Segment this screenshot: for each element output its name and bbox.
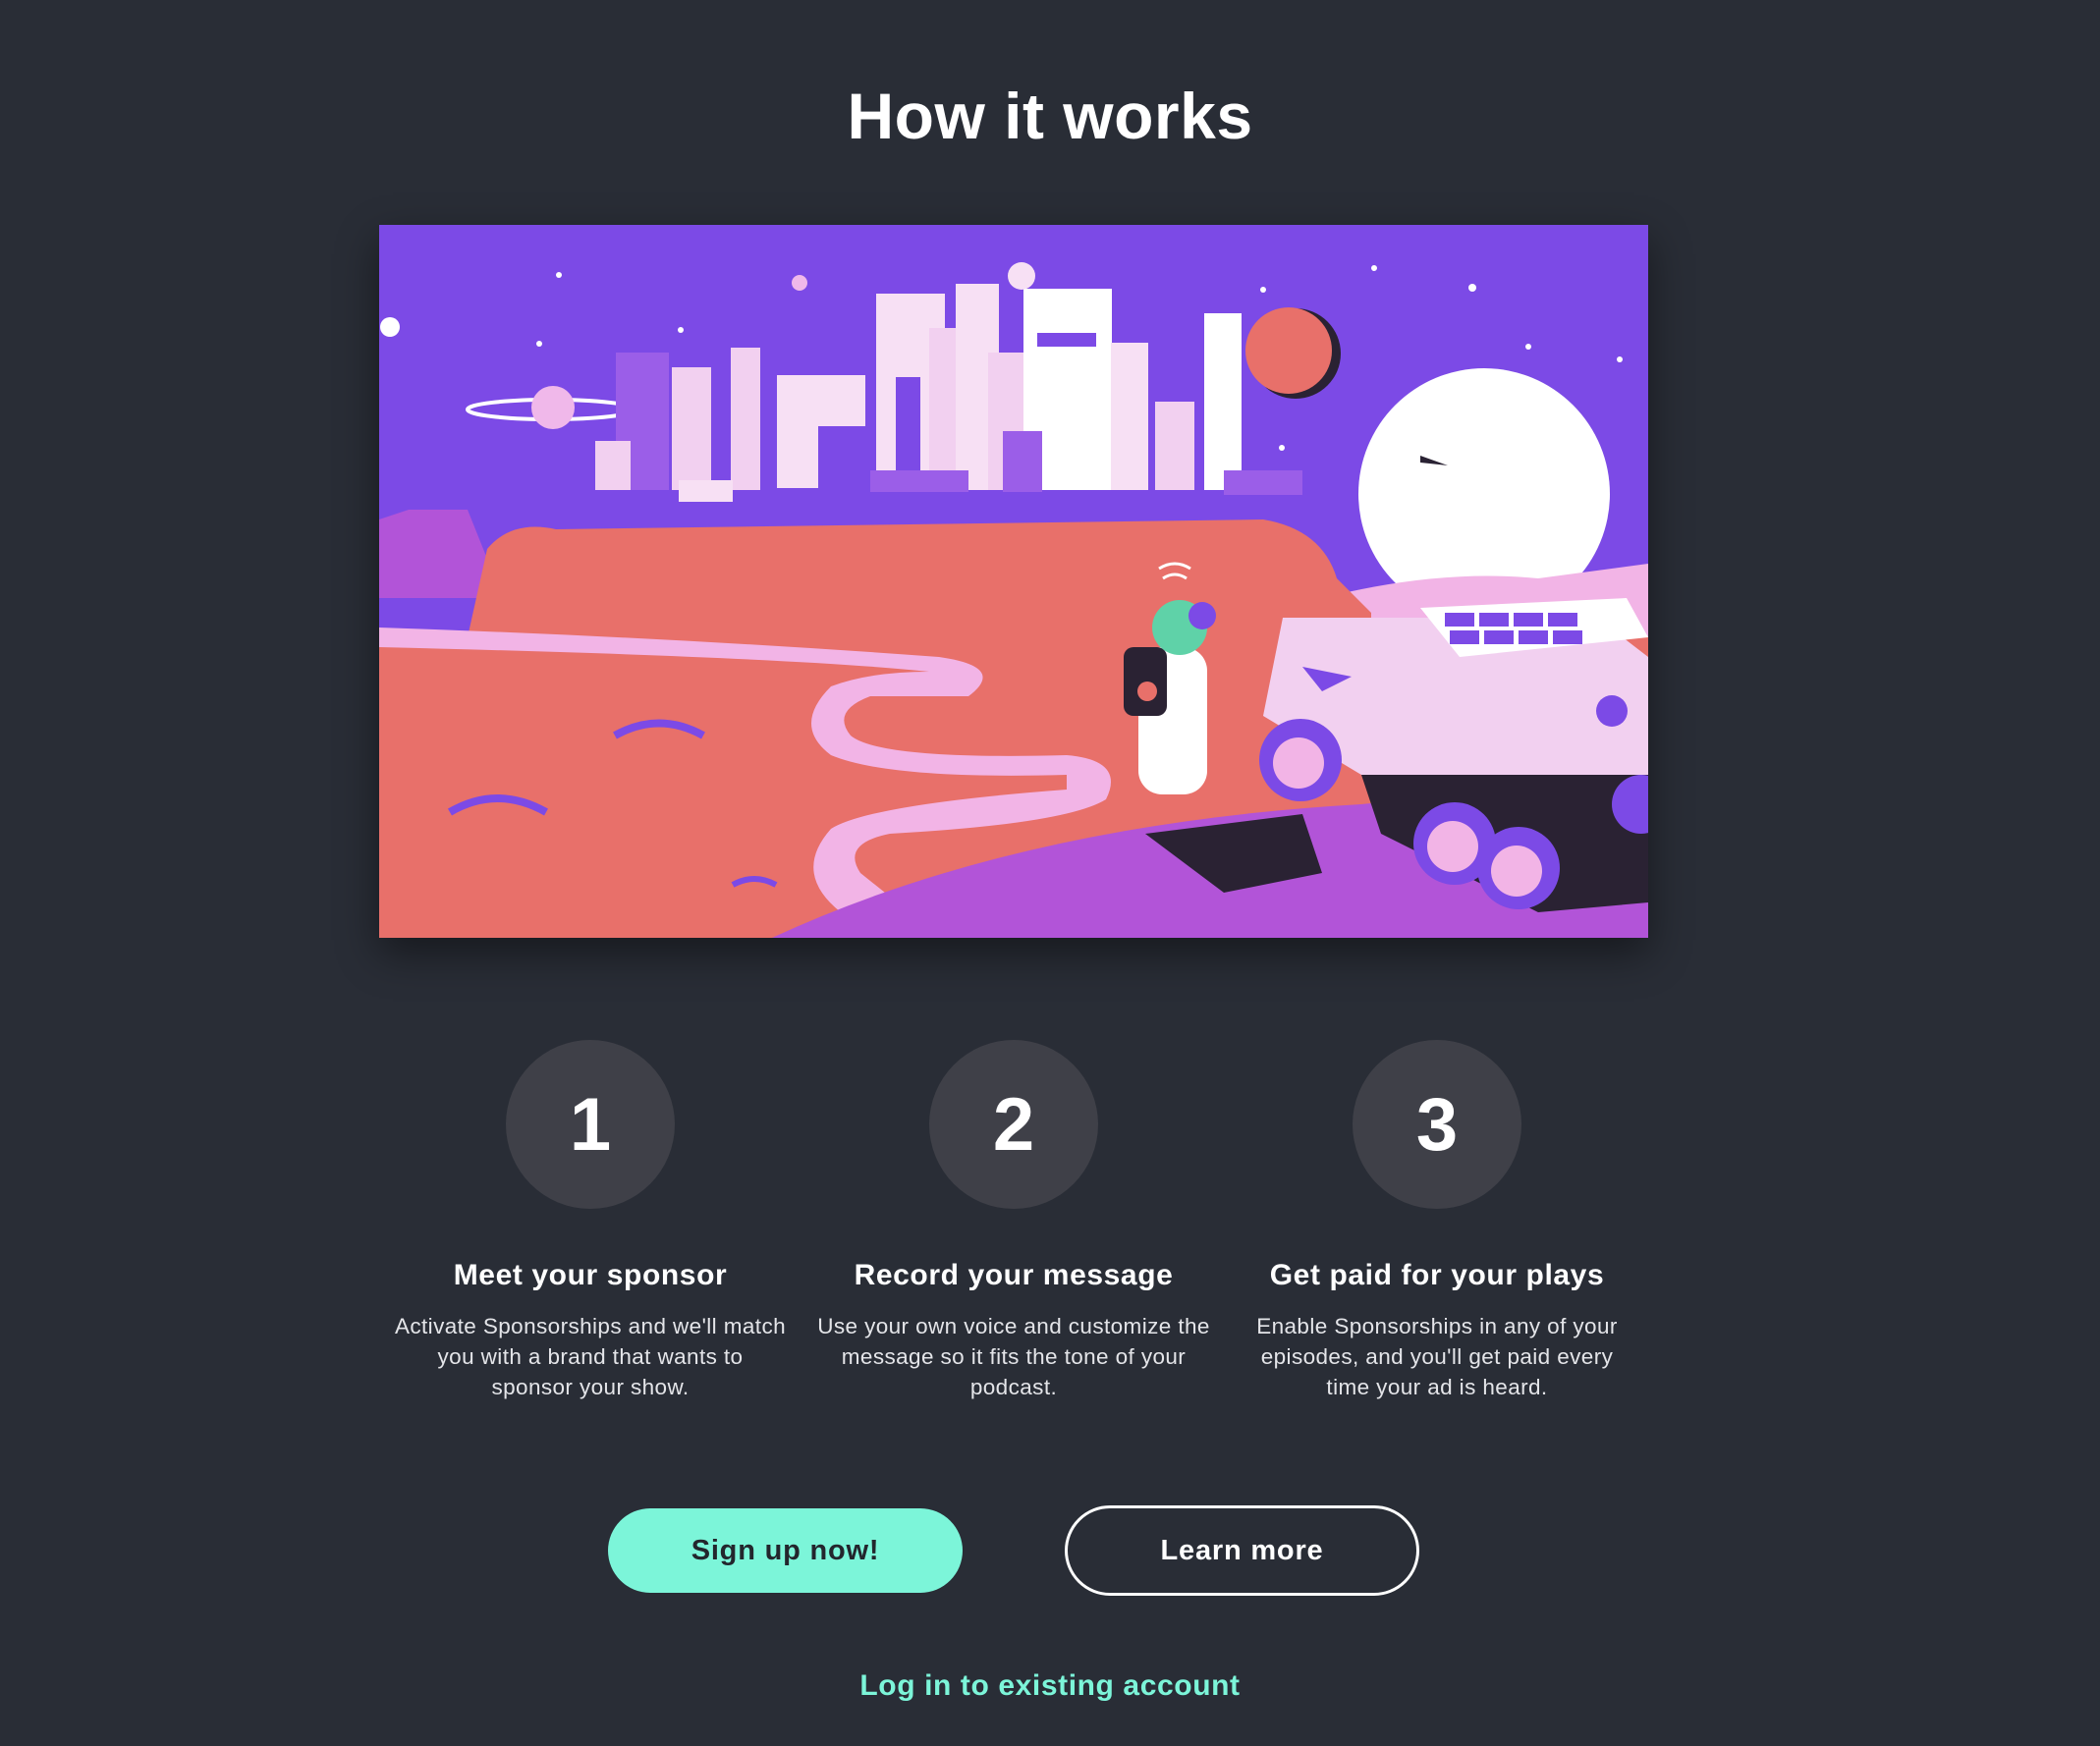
step-number-2: 2: [929, 1040, 1098, 1209]
page-title: How it works: [847, 80, 1253, 153]
step-title-2: Record your message: [854, 1259, 1174, 1291]
step-number-1: 1: [506, 1040, 675, 1209]
step-title-3: Get paid for your plays: [1269, 1259, 1605, 1291]
learn-more-button[interactable]: Learn more: [1065, 1505, 1419, 1596]
step-description-3: Enable Sponsorships in any of your episo…: [1256, 1314, 1618, 1399]
hero-illustration: [379, 225, 1648, 938]
sign-up-button[interactable]: Sign up now!: [608, 1508, 963, 1593]
step-number-3: 3: [1353, 1040, 1521, 1209]
mars-city-illustration: [379, 225, 1648, 938]
step-description-2: Use your own voice and customize the mes…: [817, 1314, 1210, 1399]
step-description-1: Activate Sponsorships and we'll match yo…: [394, 1314, 787, 1399]
login-link[interactable]: Log in to existing account: [0, 1669, 2100, 1703]
step-title-1: Meet your sponsor: [453, 1259, 728, 1291]
